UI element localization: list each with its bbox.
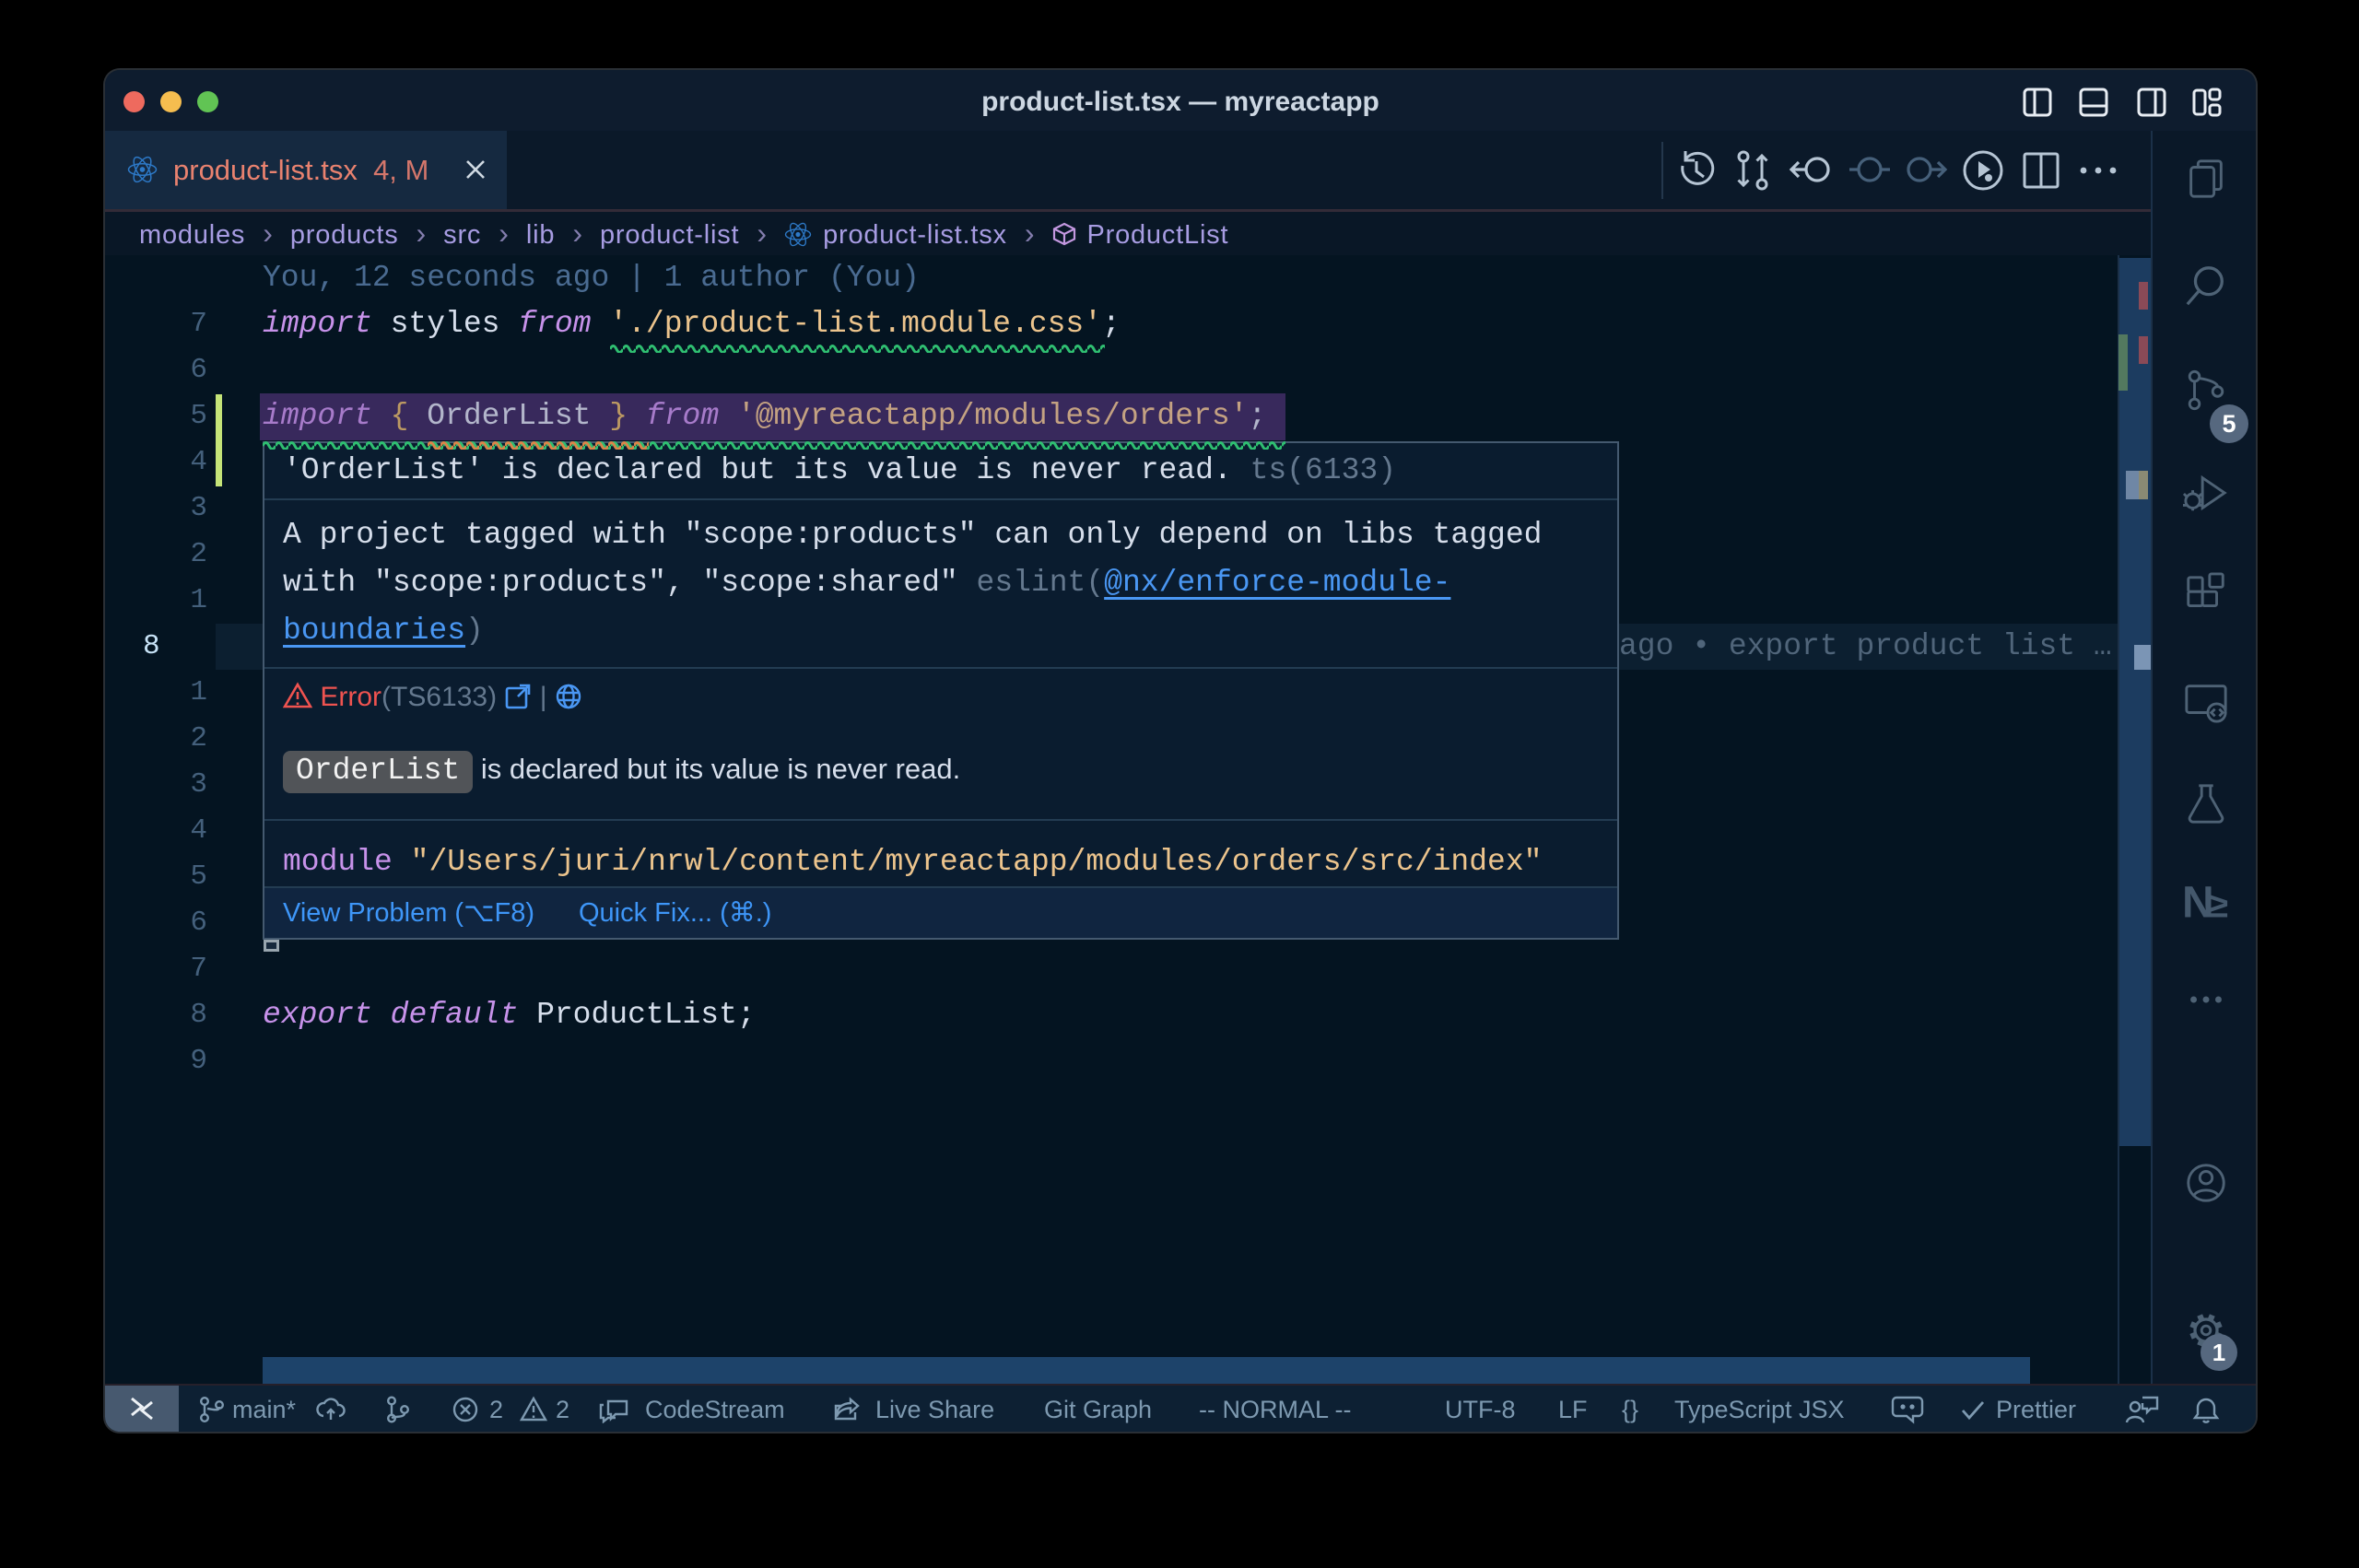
svg-text:≥: ≥ xyxy=(2209,885,2228,925)
